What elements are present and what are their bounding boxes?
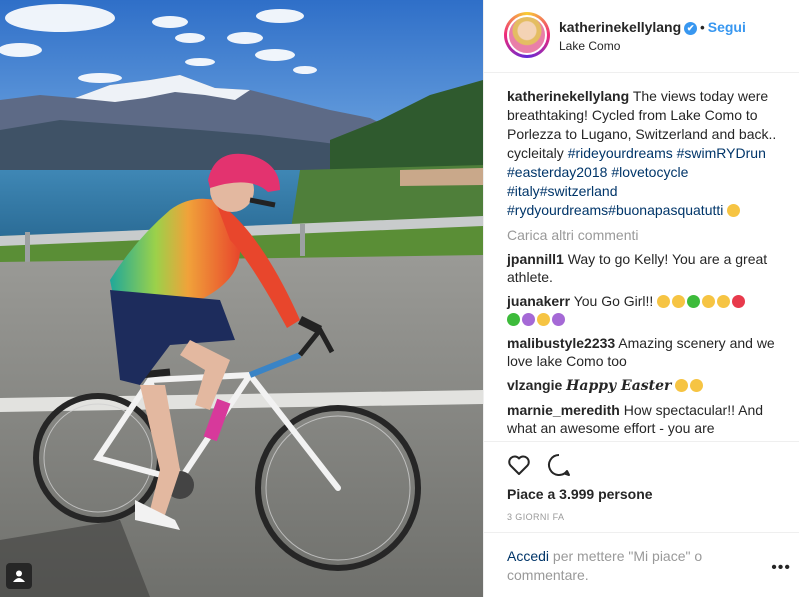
chick-emoji-icon xyxy=(675,379,689,392)
clap-emoji-icon xyxy=(702,295,716,308)
avatar-story-ring[interactable] xyxy=(504,12,550,58)
post-header: katherinekellylang ✔ • Segui Lake Como xyxy=(484,0,799,73)
chick-emoji-icon xyxy=(690,379,704,392)
comment-text: Happy Easter xyxy=(566,378,672,394)
post-side-panel: katherinekellylang ✔ • Segui Lake Como kath… xyxy=(483,0,799,597)
comment-bubble-icon[interactable] xyxy=(546,452,572,478)
comment-username[interactable]: vlzangie xyxy=(507,377,562,393)
comment-text: You Go Girl!! xyxy=(573,293,654,309)
green-heart-emoji-icon xyxy=(507,313,520,326)
hashtag-link[interactable]: #buonapasquatutti xyxy=(608,202,723,218)
hashtag-link[interactable]: #swimRYDrun xyxy=(677,145,766,161)
avatar[interactable] xyxy=(507,15,547,55)
mountain-emoji-icon xyxy=(687,295,701,308)
emoji-icon xyxy=(552,313,565,326)
comments-list[interactable]: katherinekellylang The views today were … xyxy=(484,73,799,441)
hashtag-link[interactable]: #switzerland xyxy=(540,183,618,199)
hashtag-link[interactable]: #italy xyxy=(507,183,540,199)
verified-badge-icon: ✔ xyxy=(684,22,698,35)
post-timestamp[interactable]: 3 GIORNI FA xyxy=(507,512,564,522)
comment-item: vlzangie Happy Easter xyxy=(507,376,779,395)
separator-dot: • xyxy=(700,20,705,35)
hashtag-link[interactable]: #rydyourdreams xyxy=(507,202,608,218)
comment-username[interactable]: malibustyle2233 xyxy=(507,335,615,351)
likes-count[interactable]: Piace a 3.999 persone xyxy=(507,486,653,502)
comment-item: malibustyle2233 Amazing scenery and we l… xyxy=(507,334,779,370)
comment-item: marnie_meredith How spectacular!! And wh… xyxy=(507,401,779,441)
login-link[interactable]: Accedi xyxy=(507,548,549,564)
post-actions: Piace a 3.999 persone 3 GIORNI FA Accedi… xyxy=(484,441,799,600)
thumbs-up-emoji-icon xyxy=(717,295,731,308)
login-prompt: Accedi per mettere "Mi piace" o commenta… xyxy=(507,547,737,585)
post-caption: katherinekellylang The views today were … xyxy=(507,87,779,220)
add-comment-section: Accedi per mettere "Mi piace" o commenta… xyxy=(484,532,799,601)
hashtag-link[interactable]: #lovetocycle xyxy=(611,164,688,180)
hashtag-link[interactable]: #rideyourdreams xyxy=(568,145,673,161)
emoji-icon xyxy=(727,204,741,217)
bicycle-emoji-icon xyxy=(657,295,671,308)
cyclist-photo-image xyxy=(0,0,483,597)
heart-emoji-icon xyxy=(732,295,746,308)
follow-button[interactable]: Segui xyxy=(708,19,746,35)
post-photo[interactable] xyxy=(0,0,483,597)
smile-emoji-icon xyxy=(537,313,550,326)
bicycle-emoji-icon xyxy=(672,295,686,308)
load-more-comments-button[interactable]: Carica altri commenti xyxy=(507,226,779,244)
caption-username[interactable]: katherinekellylang xyxy=(507,88,629,104)
location-link[interactable]: Lake Como xyxy=(559,39,620,53)
comment-item: jpannill1 Way to go Kelly! You are a gre… xyxy=(507,250,779,286)
user-tag-icon[interactable] xyxy=(6,563,32,589)
more-options-icon[interactable]: ••• xyxy=(771,559,791,577)
header-username[interactable]: katherinekellylang xyxy=(559,19,681,35)
comment-username[interactable]: jpannill1 xyxy=(507,251,564,267)
purple-heart-emoji-icon xyxy=(522,313,535,326)
hashtag-link[interactable]: #easterday2018 xyxy=(507,164,607,180)
comment-username[interactable]: marnie_meredith xyxy=(507,402,620,418)
like-heart-icon[interactable] xyxy=(506,452,532,478)
comment-username[interactable]: juanakerr xyxy=(507,293,570,309)
comment-item: juanakerr You Go Girl!! xyxy=(507,292,779,328)
